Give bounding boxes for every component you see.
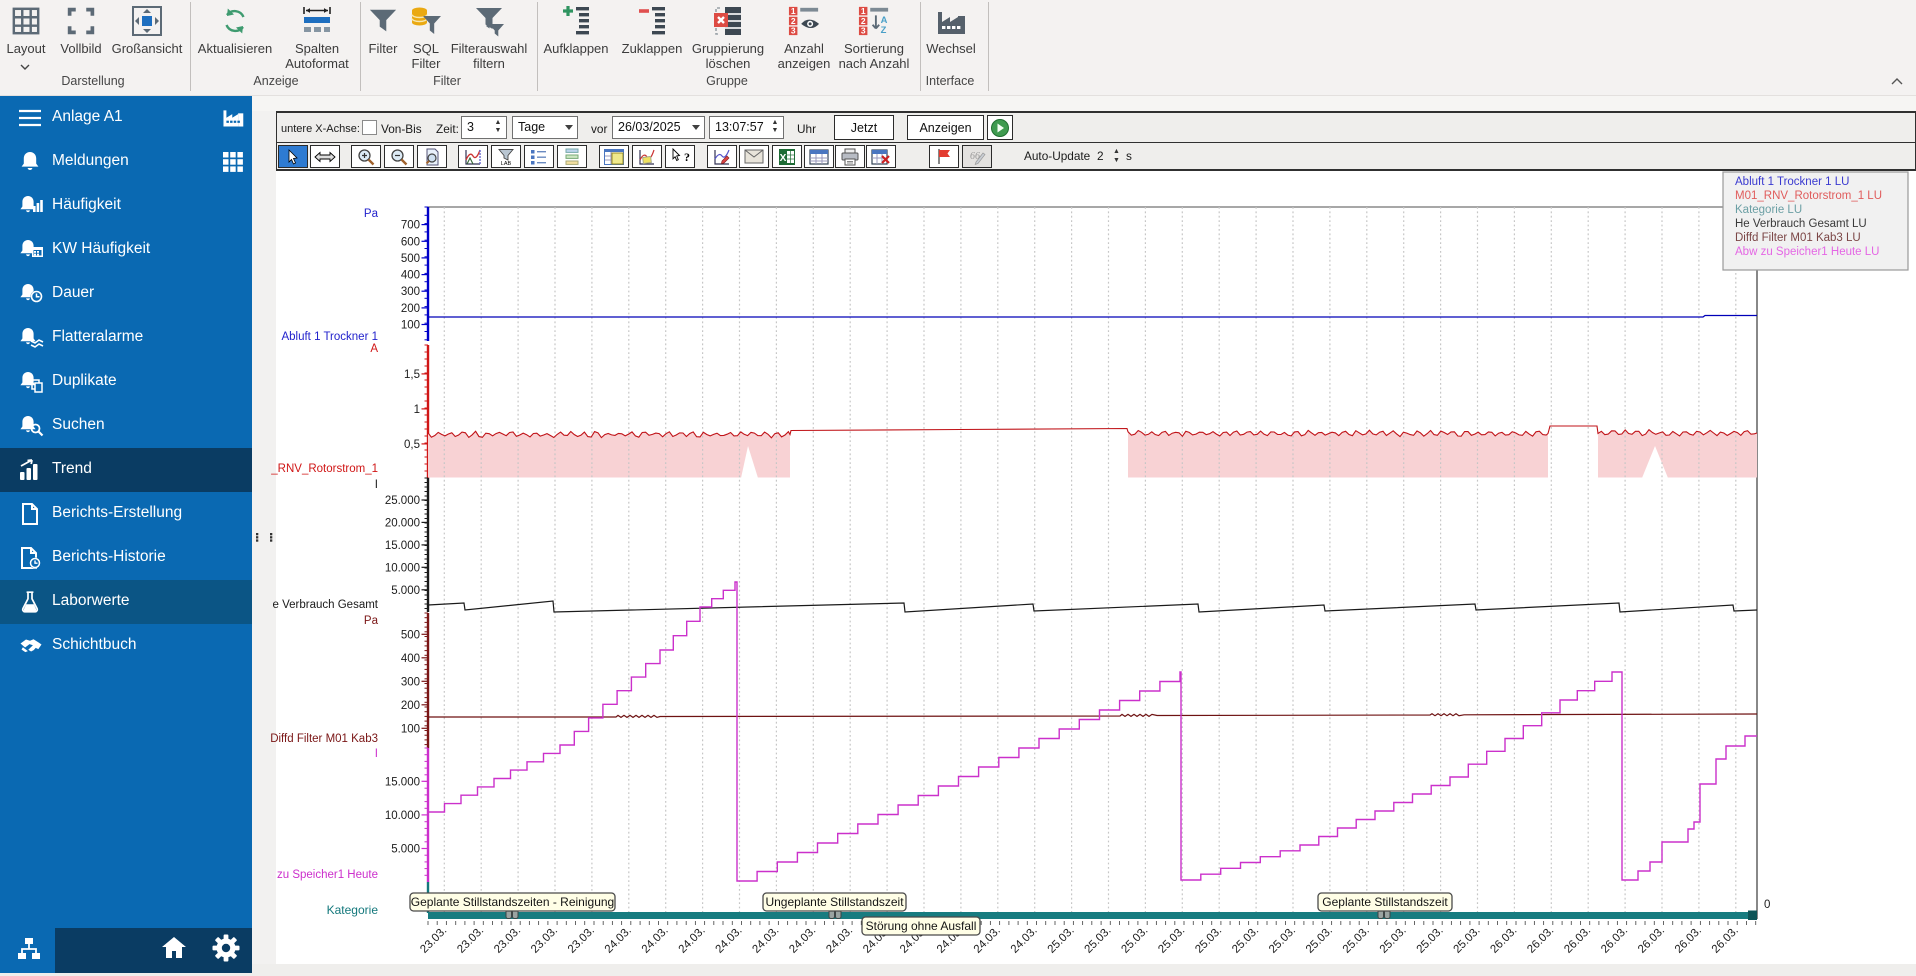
svg-text:Geplante Stillstandszeit: Geplante Stillstandszeit xyxy=(1322,895,1448,909)
svg-text:26.03.: 26.03. xyxy=(1599,925,1630,956)
svg-text:10.000: 10.000 xyxy=(385,562,420,574)
svg-text:1: 1 xyxy=(414,404,420,416)
svg-text:I: I xyxy=(375,748,378,760)
svg-text:0: 0 xyxy=(1764,899,1770,911)
svg-text:25.03.: 25.03. xyxy=(1452,925,1483,956)
svg-text:500: 500 xyxy=(401,629,420,641)
svg-text:20.000: 20.000 xyxy=(385,517,420,529)
svg-text:Kategorie LU: Kategorie LU xyxy=(1735,204,1802,216)
svg-text:300: 300 xyxy=(401,286,420,298)
svg-text:24.03.: 24.03. xyxy=(787,925,818,956)
svg-text:25.03.: 25.03. xyxy=(1193,925,1224,956)
svg-text:24.03.: 24.03. xyxy=(603,925,634,956)
svg-text:Abluft 1 Trockner 1 LU: Abluft 1 Trockner 1 LU xyxy=(1735,176,1849,188)
svg-text:Kategorie: Kategorie xyxy=(327,903,379,917)
svg-text:23.03.: 23.03. xyxy=(418,925,449,956)
svg-text:25.03.: 25.03. xyxy=(1415,925,1446,956)
svg-text:200: 200 xyxy=(401,303,420,315)
svg-text:23.03.: 23.03. xyxy=(455,925,486,956)
svg-text:25.03.: 25.03. xyxy=(1119,925,1150,956)
svg-text:Abw zu Speicher1 Heute LU: Abw zu Speicher1 Heute LU xyxy=(1735,246,1879,258)
svg-text:24.03.: 24.03. xyxy=(677,925,708,956)
svg-text:26.03.: 26.03. xyxy=(1673,925,1704,956)
svg-text:200: 200 xyxy=(401,700,420,712)
svg-text:23.03.: 23.03. xyxy=(566,925,597,956)
svg-text:e Verbrauch Gesamt: e Verbrauch Gesamt xyxy=(273,599,379,611)
svg-text:500: 500 xyxy=(401,253,420,265)
svg-text:100: 100 xyxy=(401,320,420,332)
svg-text:100: 100 xyxy=(401,723,420,735)
svg-text:A: A xyxy=(370,343,378,355)
svg-text:24.03.: 24.03. xyxy=(750,925,781,956)
svg-text:_RNV_Rotorstrom_1: _RNV_Rotorstrom_1 xyxy=(270,463,378,475)
svg-text:26.03.: 26.03. xyxy=(1636,925,1667,956)
svg-text:5.000: 5.000 xyxy=(391,585,420,597)
svg-text:M01_RNV_Rotorstrom_1 LU: M01_RNV_Rotorstrom_1 LU xyxy=(1735,190,1882,202)
svg-text:25.03.: 25.03. xyxy=(1304,925,1335,956)
svg-text:25.03.: 25.03. xyxy=(1341,925,1372,956)
svg-text:1,5: 1,5 xyxy=(404,369,420,381)
svg-text:24.03.: 24.03. xyxy=(1009,925,1040,956)
svg-text:25.03.: 25.03. xyxy=(1230,925,1261,956)
svg-text:24.03.: 24.03. xyxy=(824,925,855,956)
svg-text:15.000: 15.000 xyxy=(385,540,420,552)
svg-text:400: 400 xyxy=(401,653,420,665)
svg-text:Ungeplante Stillstandszeit: Ungeplante Stillstandszeit xyxy=(765,895,904,909)
svg-text:26.03.: 26.03. xyxy=(1710,925,1741,956)
svg-text:Pa: Pa xyxy=(364,615,379,627)
svg-text:700: 700 xyxy=(401,220,420,232)
svg-text:10.000: 10.000 xyxy=(385,810,420,822)
svg-text:24.03.: 24.03. xyxy=(640,925,671,956)
svg-text:25.000: 25.000 xyxy=(385,495,420,507)
svg-text:Diffd Filter M01 Kab3: Diffd Filter M01 Kab3 xyxy=(270,733,378,745)
svg-text:He Verbrauch Gesamt LU: He Verbrauch Gesamt LU xyxy=(1735,218,1867,230)
svg-text:23.03.: 23.03. xyxy=(529,925,560,956)
svg-text:24.03.: 24.03. xyxy=(714,925,745,956)
svg-text:26.03.: 26.03. xyxy=(1562,925,1593,956)
svg-text:15.000: 15.000 xyxy=(385,776,420,788)
svg-text:26.03.: 26.03. xyxy=(1525,925,1556,956)
svg-text:600: 600 xyxy=(401,236,420,248)
svg-text:300: 300 xyxy=(401,676,420,688)
svg-text:25.03.: 25.03. xyxy=(1046,925,1077,956)
svg-text:zu Speicher1 Heute: zu Speicher1 Heute xyxy=(277,869,378,881)
svg-text:26.03.: 26.03. xyxy=(1488,925,1519,956)
svg-text:0,5: 0,5 xyxy=(404,439,420,451)
svg-text:I: I xyxy=(375,479,378,491)
svg-text:Pa: Pa xyxy=(364,208,379,220)
svg-text:23.03.: 23.03. xyxy=(492,925,523,956)
svg-text:5.000: 5.000 xyxy=(391,844,420,856)
svg-text:Geplante Stillstandszeiten - R: Geplante Stillstandszeiten - Reinigung xyxy=(411,895,614,909)
svg-text:Abluft 1 Trockner 1: Abluft 1 Trockner 1 xyxy=(281,331,378,343)
svg-text:25.03.: 25.03. xyxy=(1156,925,1187,956)
svg-text:400: 400 xyxy=(401,270,420,282)
svg-text:25.03.: 25.03. xyxy=(1378,925,1409,956)
svg-text:25.03.: 25.03. xyxy=(1267,925,1298,956)
svg-text:Störung ohne Ausfall: Störung ohne Ausfall xyxy=(866,919,977,933)
svg-text:Diffd Filter M01 Kab3 LU: Diffd Filter M01 Kab3 LU xyxy=(1735,232,1861,244)
svg-text:25.03.: 25.03. xyxy=(1083,925,1114,956)
